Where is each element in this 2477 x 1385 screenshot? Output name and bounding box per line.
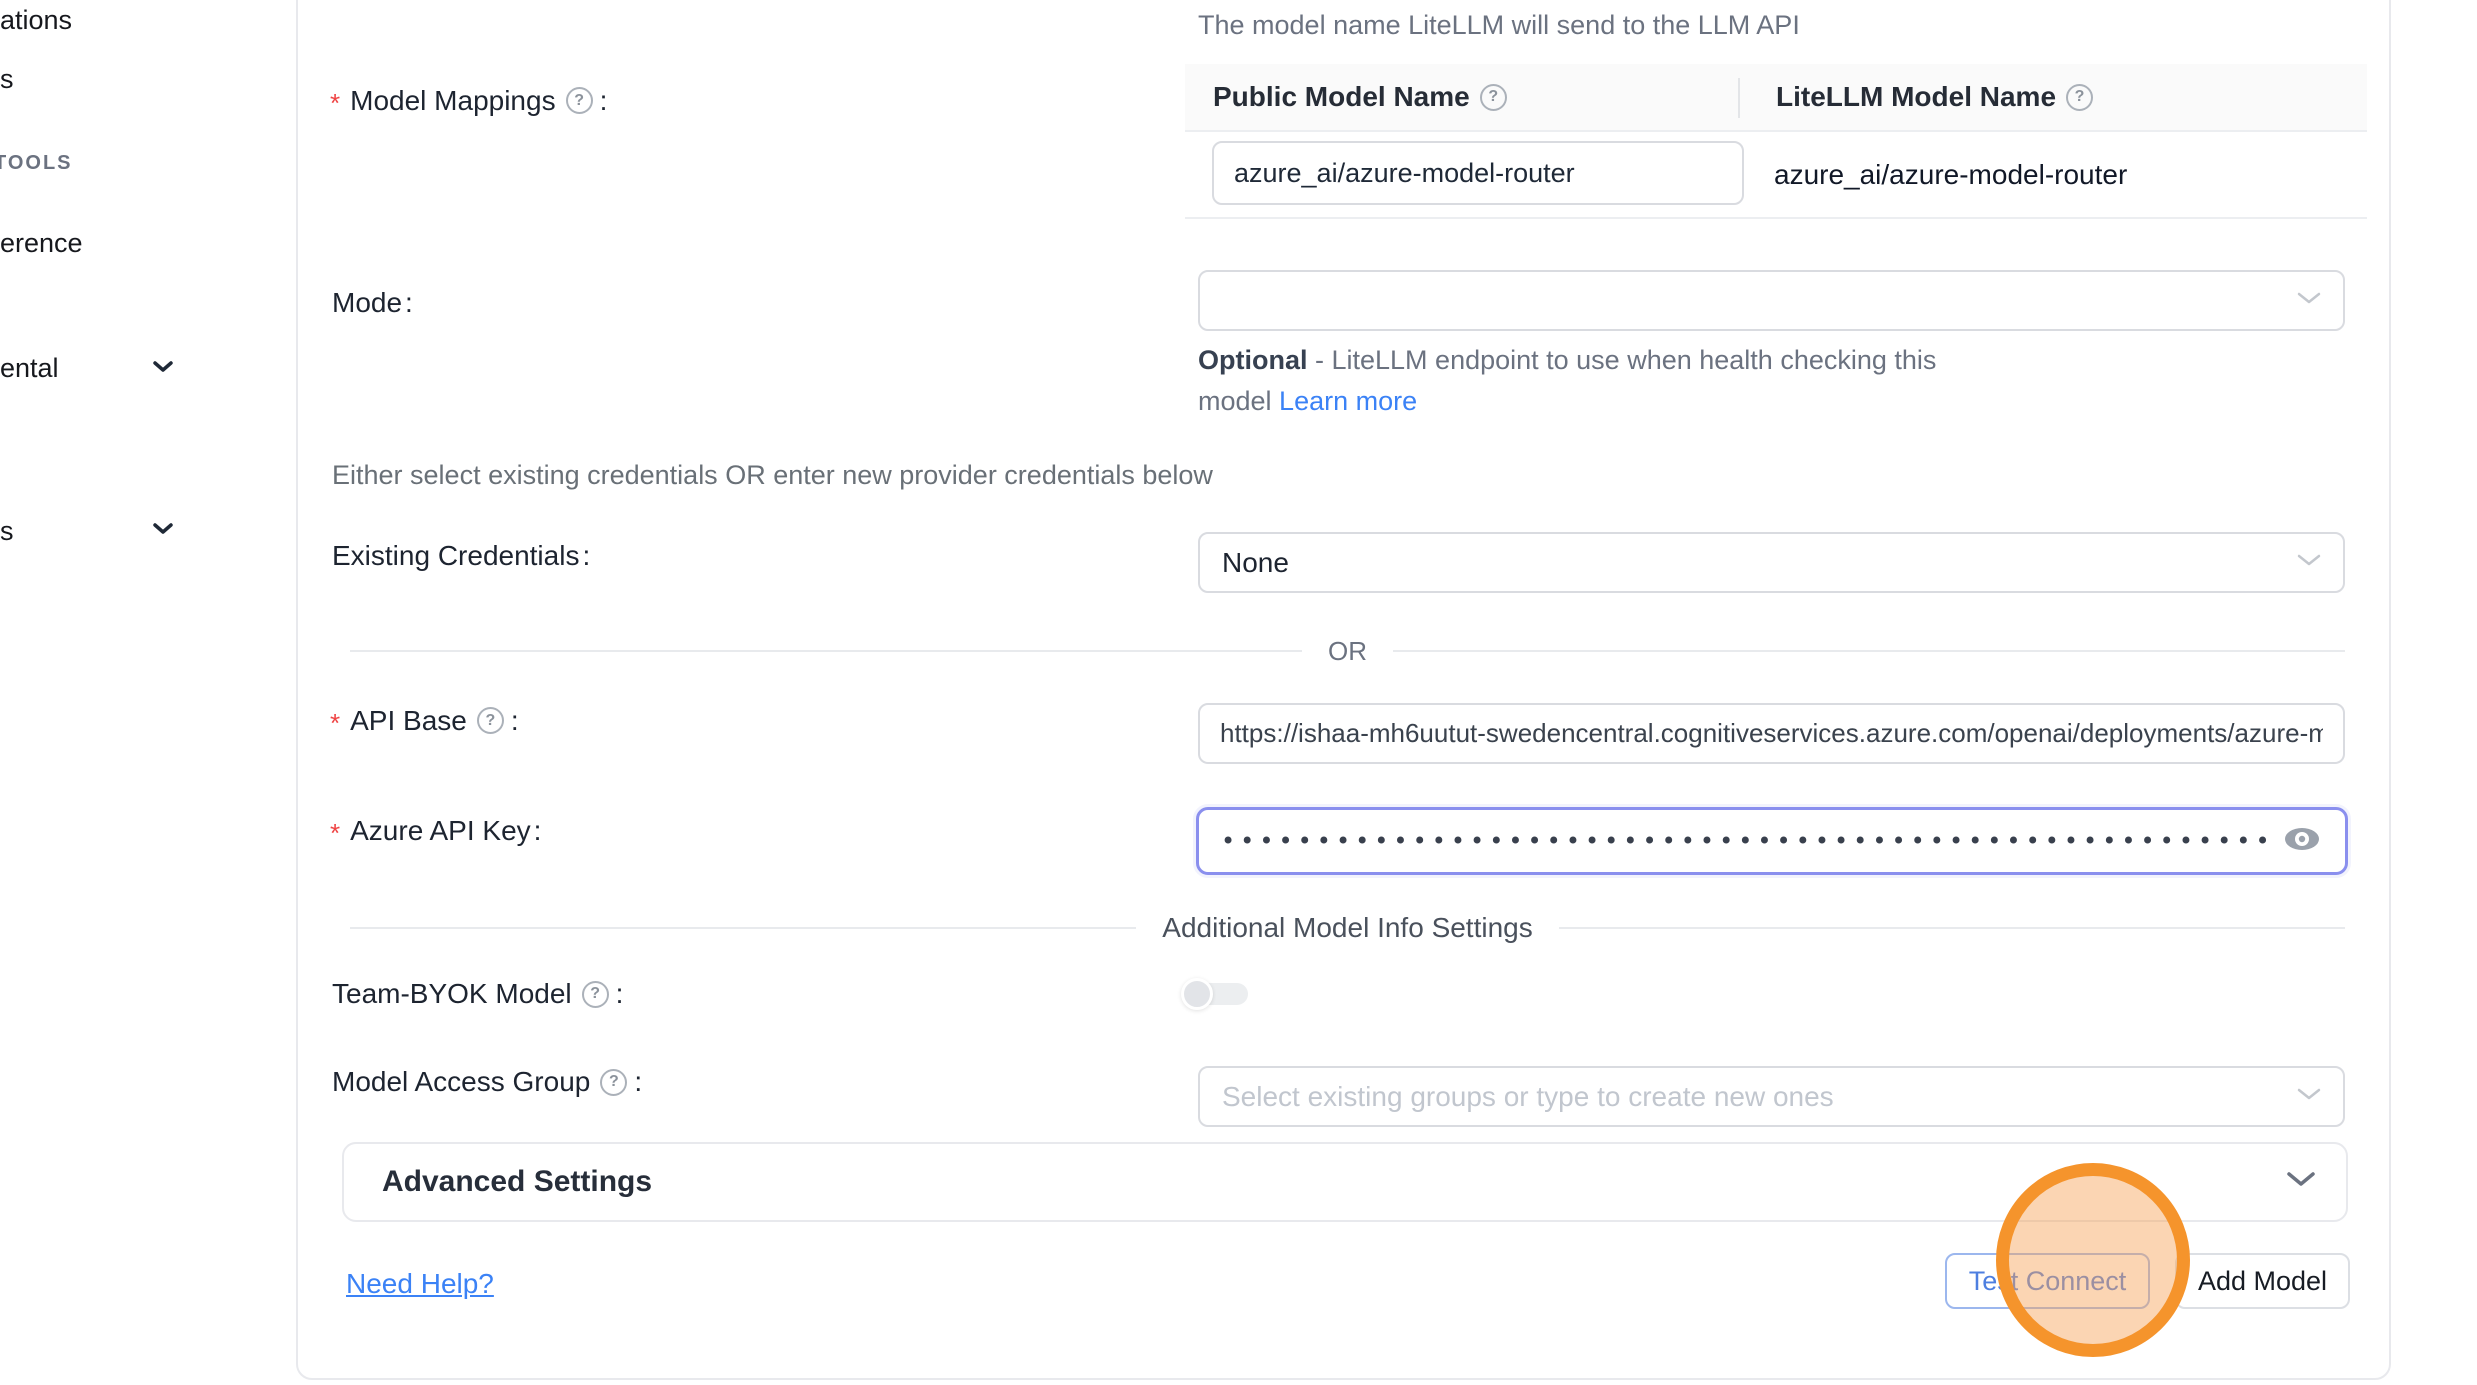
model-access-group-select[interactable]: Select existing groups or type to create… [1198,1066,2345,1127]
column-header-litellm-model-name: LiteLLM Model Name ? [1738,81,2367,113]
model-mappings-table: Public Model Name ? LiteLLM Model Name ?… [1185,64,2367,219]
credentials-instruction-text: Either select existing credentials OR en… [332,460,1213,491]
sidebar-item-clipped-3[interactable]: erence [0,228,83,259]
test-connect-button[interactable]: Test Connect [1945,1253,2150,1309]
sidebar-section-tools: TOOLS [0,152,73,175]
litellm-model-name-value: azure_ai/azure-model-router [1774,159,2127,191]
mode-label: Mode : [332,287,413,319]
sidebar-item-clipped-2[interactable]: s [0,64,14,95]
azure-api-key-label: * Azure API Key : [330,812,541,849]
api-base-input[interactable] [1198,703,2345,764]
help-circle-icon[interactable]: ? [582,981,609,1008]
help-circle-icon[interactable]: ? [2066,84,2093,111]
api-base-label: * API Base ? : [330,702,519,739]
chevron-down-icon [2286,1171,2316,1193]
need-help-link[interactable]: Need Help? [346,1268,494,1300]
column-divider [1738,78,1740,118]
toggle-knob [1181,978,1213,1010]
additional-model-info-label: Additional Model Info Settings [1162,912,1532,944]
chevron-down-icon [2297,554,2321,572]
eye-icon[interactable] [2283,826,2321,857]
help-circle-icon[interactable]: ? [477,707,504,734]
learn-more-link[interactable]: Learn more [1279,386,1417,416]
sidebar-item-clipped-4[interactable]: ental [0,353,59,384]
model-name-helper-text: The model name LiteLLM will send to the … [1198,10,1800,41]
column-header-public-model-name: Public Model Name ? [1185,81,1738,113]
team-byok-label: Team-BYOK Model ? : [332,978,623,1010]
or-divider-label: OR [1328,636,1367,667]
mode-optional-note: Optional - LiteLLM endpoint to use when … [1198,340,2013,422]
additional-model-info-divider: Additional Model Info Settings [350,911,2345,945]
chevron-down-icon [2297,292,2321,310]
model-access-group-placeholder: Select existing groups or type to create… [1222,1081,1834,1113]
public-model-name-input[interactable] [1212,141,1744,205]
existing-credentials-label: Existing Credentials : [332,540,590,572]
advanced-settings-label: Advanced Settings [382,1165,2286,1199]
public-model-name-input-wrap [1212,141,1744,205]
add-model-button[interactable]: Add Model [2175,1253,2350,1309]
help-circle-icon[interactable]: ? [600,1069,627,1096]
required-asterisk: * [330,88,340,119]
help-circle-icon[interactable]: ? [566,87,593,114]
or-divider: OR [350,636,2345,666]
existing-credentials-value: None [1222,547,1289,579]
required-asterisk: * [330,708,340,739]
mode-select[interactable] [1198,270,2345,331]
api-base-input-wrap [1198,703,2345,764]
model-access-group-label: Model Access Group ? : [332,1066,642,1098]
table-header-row: Public Model Name ? LiteLLM Model Name ? [1185,64,2367,132]
chevron-down-icon[interactable] [153,360,173,378]
azure-api-key-input[interactable] [1199,810,2273,872]
team-byok-toggle[interactable] [1181,977,1251,1011]
azure-api-key-input-wrap [1196,807,2348,875]
help-circle-icon[interactable]: ? [1480,84,1507,111]
sidebar-item-clipped-5[interactable]: s [0,516,14,547]
sidebar-item-clipped-1[interactable]: ations [0,5,72,36]
model-mappings-label: * Model Mappings ? : [330,82,607,119]
chevron-down-icon [2297,1088,2321,1106]
required-asterisk: * [330,818,340,849]
table-row: azure_ai/azure-model-router [1185,132,2367,219]
existing-credentials-select[interactable]: None [1198,532,2345,593]
chevron-down-icon[interactable] [153,522,173,540]
advanced-settings-panel[interactable]: Advanced Settings [342,1142,2348,1222]
